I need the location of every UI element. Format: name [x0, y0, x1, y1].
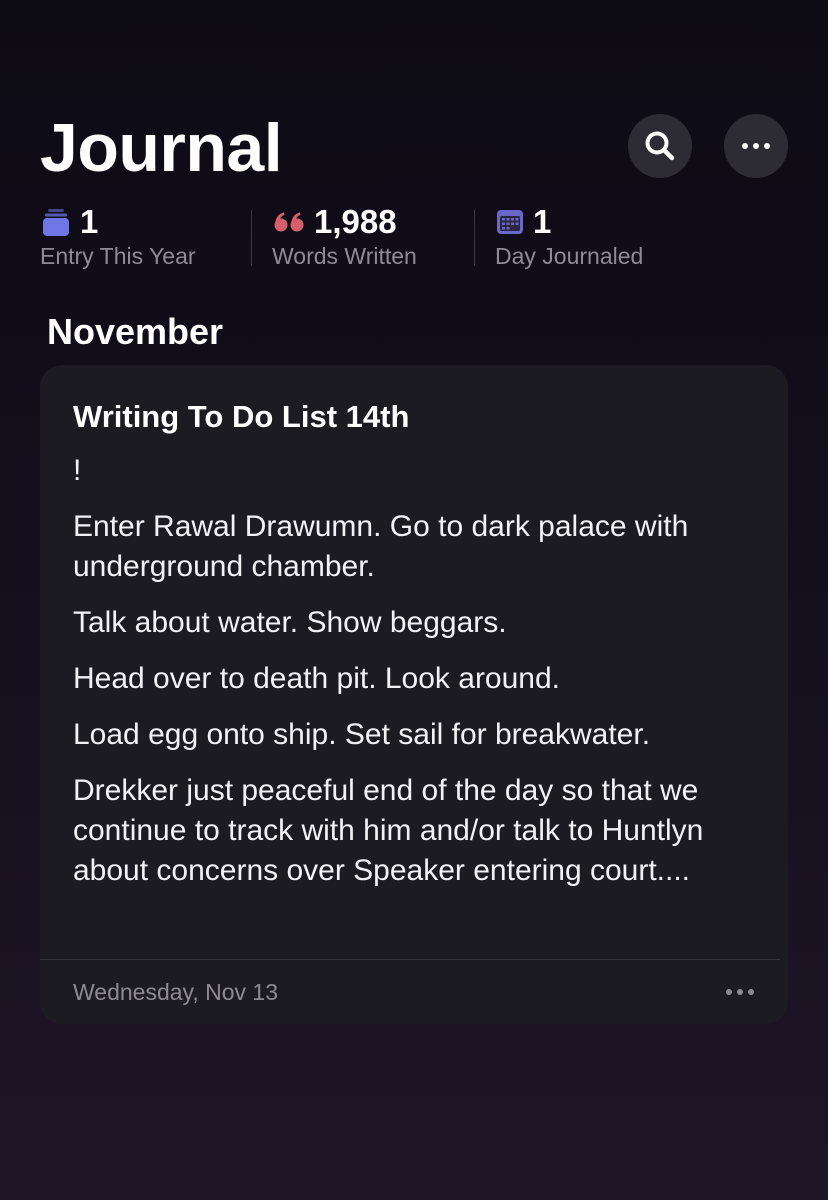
entry-paragraph: Enter Rawal Drawumn. Go to dark palace w… — [73, 510, 689, 583]
entry-paragraph: Talk about water. Show beggars. — [73, 606, 507, 639]
entry-date: Wednesday, Nov 13 — [73, 979, 278, 1005]
page-title: Journal — [40, 110, 283, 186]
search-button[interactable] — [628, 114, 692, 178]
entry-paragraph: Head over to death pit. Look around. — [73, 662, 561, 695]
stat-value: 1,988 — [314, 203, 397, 240]
stack-icon — [43, 209, 69, 236]
calendar-icon — [497, 210, 523, 234]
entry-body: ! Enter Rawal Drawumn. Go to dark palace… — [73, 451, 763, 907]
more-options-button[interactable] — [724, 114, 788, 178]
entry-paragraph: Load egg onto ship. Set sail for breakwa… — [73, 718, 651, 751]
card-divider — [40, 959, 780, 960]
ellipsis-icon — [726, 989, 754, 995]
stat-words: 1,988 Words Written — [272, 203, 417, 270]
stats-bar: 1 Entry This Year 1,988 Words Written 1 … — [40, 203, 800, 270]
entry-paragraph: ! — [73, 454, 82, 487]
stat-days: 1 Day Journaled — [495, 203, 644, 270]
stat-value: 1 — [80, 203, 99, 240]
entry-paragraph: Drekker just peaceful end of the day so … — [73, 774, 704, 887]
stat-label: Entry This Year — [40, 243, 196, 269]
section-heading: November — [47, 311, 224, 352]
entry-title: Writing To Do List 14th — [73, 399, 410, 434]
stat-label: Day Journaled — [495, 243, 644, 269]
stat-divider — [474, 210, 475, 266]
ellipsis-icon — [742, 143, 770, 149]
stat-divider — [251, 210, 252, 266]
stat-value: 1 — [533, 203, 552, 240]
entry-more-button[interactable] — [726, 989, 754, 995]
search-icon — [645, 131, 675, 161]
journal-entry-card[interactable]: Writing To Do List 14th ! Enter Rawal Dr… — [40, 365, 788, 1024]
stat-entries: 1 Entry This Year — [40, 203, 196, 270]
quote-icon — [274, 212, 304, 232]
stat-label: Words Written — [272, 243, 417, 269]
